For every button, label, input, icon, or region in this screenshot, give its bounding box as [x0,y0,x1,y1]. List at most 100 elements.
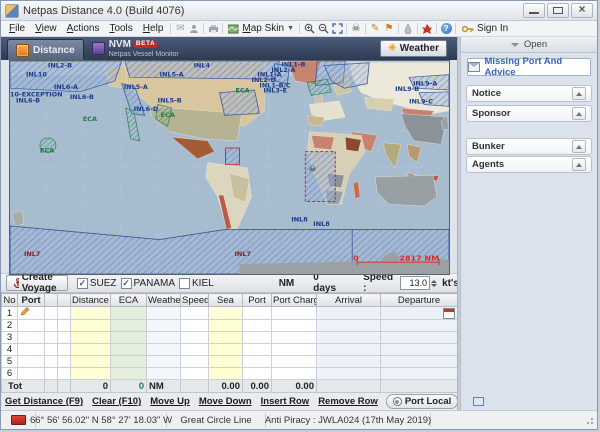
map-skin-menu[interactable]: Map Skin ▼ [225,23,297,34]
table-cell[interactable] [208,319,243,332]
table-row[interactable]: 1 [1,306,458,320]
table-cell[interactable] [57,355,71,368]
piracy-skull-icon[interactable]: ☠ [349,23,363,35]
weather-alert-icon[interactable] [420,23,434,35]
column-header-distance-ttl[interactable]: Distance TTL [70,293,111,307]
column-header-blank-3[interactable] [57,293,71,307]
table-cell[interactable] [110,306,147,320]
table-cell[interactable] [70,355,111,368]
table-cell[interactable] [180,331,209,344]
table-row[interactable]: 2 [1,319,458,332]
port-local-toggle[interactable]: Port Local [385,394,459,409]
table-cell[interactable] [271,331,317,344]
table-cell[interactable] [180,306,209,320]
row-number-cell[interactable]: 3 [1,331,18,344]
table-cell[interactable] [208,343,243,356]
table-cell[interactable] [70,343,111,356]
row-number-cell[interactable]: 6 [1,367,18,380]
table-cell[interactable] [110,319,147,332]
speed-value[interactable]: 13.0 [400,276,431,290]
row-number-cell[interactable]: 1 [1,306,18,320]
minimize-button[interactable] [523,3,545,18]
stepper-arrows-icon[interactable] [431,279,438,287]
menu-item-help[interactable]: Help [138,22,169,35]
table-cell[interactable] [380,319,458,332]
canal-checkbox-kiel[interactable]: KIEL [179,277,214,289]
collapse-arrow-icon[interactable] [572,158,586,171]
edit-pencil-icon[interactable] [20,307,30,316]
column-header-no[interactable]: No [1,293,18,307]
table-cell[interactable] [57,331,71,344]
zoom-out-icon[interactable] [316,23,330,35]
footer-link-remove-row[interactable]: Remove Row [318,396,378,407]
table-cell[interactable] [271,319,317,332]
row-number-cell[interactable]: 5 [1,355,18,368]
table-cell[interactable] [180,367,209,380]
table-cell[interactable] [208,367,243,380]
table-cell[interactable] [17,343,45,356]
table-cell[interactable] [110,367,147,380]
zoom-in-icon[interactable] [302,23,316,35]
speed-stepper[interactable]: 13.0 [400,276,438,290]
print-icon[interactable] [206,23,220,35]
table-cell[interactable] [380,331,458,344]
table-cell[interactable] [146,331,181,344]
table-cell[interactable] [57,343,71,356]
canal-checkbox-suez[interactable]: ✓ SUEZ [76,277,117,289]
column-header-departure[interactable]: Departure [380,293,458,307]
panel-section-notice[interactable]: Notice [466,85,592,102]
table-cell[interactable] [242,343,272,356]
table-cell[interactable] [208,331,243,344]
world-map[interactable]: INL2-B INL10 INL6-A 10-EXCEPTION INL6-B INL6-… [9,60,450,275]
table-cell[interactable] [242,367,272,380]
table-cell[interactable] [146,343,181,356]
table-cell[interactable] [271,367,317,380]
table-cell[interactable] [70,331,111,344]
table-cell[interactable] [242,331,272,344]
table-cell[interactable] [110,331,147,344]
table-cell[interactable] [316,331,381,344]
table-cell[interactable] [146,355,181,368]
table-cell[interactable] [44,367,58,380]
table-cell[interactable] [180,355,209,368]
table-cell[interactable] [380,343,458,356]
collapse-arrow-icon[interactable] [572,87,586,100]
row-number-cell[interactable]: 4 [1,343,18,356]
open-panel-header[interactable]: Open [461,37,597,53]
user-icon[interactable] [187,23,201,35]
mail-icon[interactable]: ✉ [173,23,187,35]
table-cell[interactable] [70,367,111,380]
table-cell[interactable] [146,306,181,320]
tab-distance[interactable]: Distance [7,39,84,60]
footer-link-get-distance-f9[interactable]: Get Distance (F9) [5,396,83,407]
table-cell[interactable] [380,306,458,320]
table-cell[interactable] [271,306,317,320]
canal-checkbox-panama[interactable]: ✓ PANAMA [120,277,175,289]
column-header-weather[interactable]: Weather [146,293,181,307]
table-cell[interactable] [57,319,71,332]
menu-item-tools[interactable]: Tools [104,22,137,35]
table-cell[interactable] [380,367,458,380]
table-row[interactable]: 5 [1,355,458,368]
table-cell[interactable] [316,306,381,320]
table-cell[interactable] [17,367,45,380]
table-cell[interactable] [271,343,317,356]
maximize-button[interactable] [547,3,569,18]
table-cell[interactable] [180,343,209,356]
create-voyage-button[interactable]: Create Voyage [6,272,68,294]
table-cell[interactable] [17,306,45,320]
table-cell[interactable] [242,319,272,332]
table-cell[interactable] [17,331,45,344]
tab-nvm[interactable]: NVM BETA Netpas Vessel Monitor [84,37,187,60]
footer-link-move-up[interactable]: Move Up [150,396,190,407]
table-cell[interactable] [44,343,58,356]
calendar-icon[interactable] [443,307,455,319]
table-cell[interactable] [70,306,111,320]
table-cell[interactable] [180,319,209,332]
column-header-blank-2[interactable] [44,293,58,307]
column-header-sea[interactable]: Sea [208,293,243,307]
fuel-droplet-icon[interactable] [401,23,415,35]
footer-link-insert-row[interactable]: Insert Row [261,396,310,407]
column-header-port-charge[interactable]: Port Charge [271,293,317,307]
menu-item-view[interactable]: View [30,22,62,35]
